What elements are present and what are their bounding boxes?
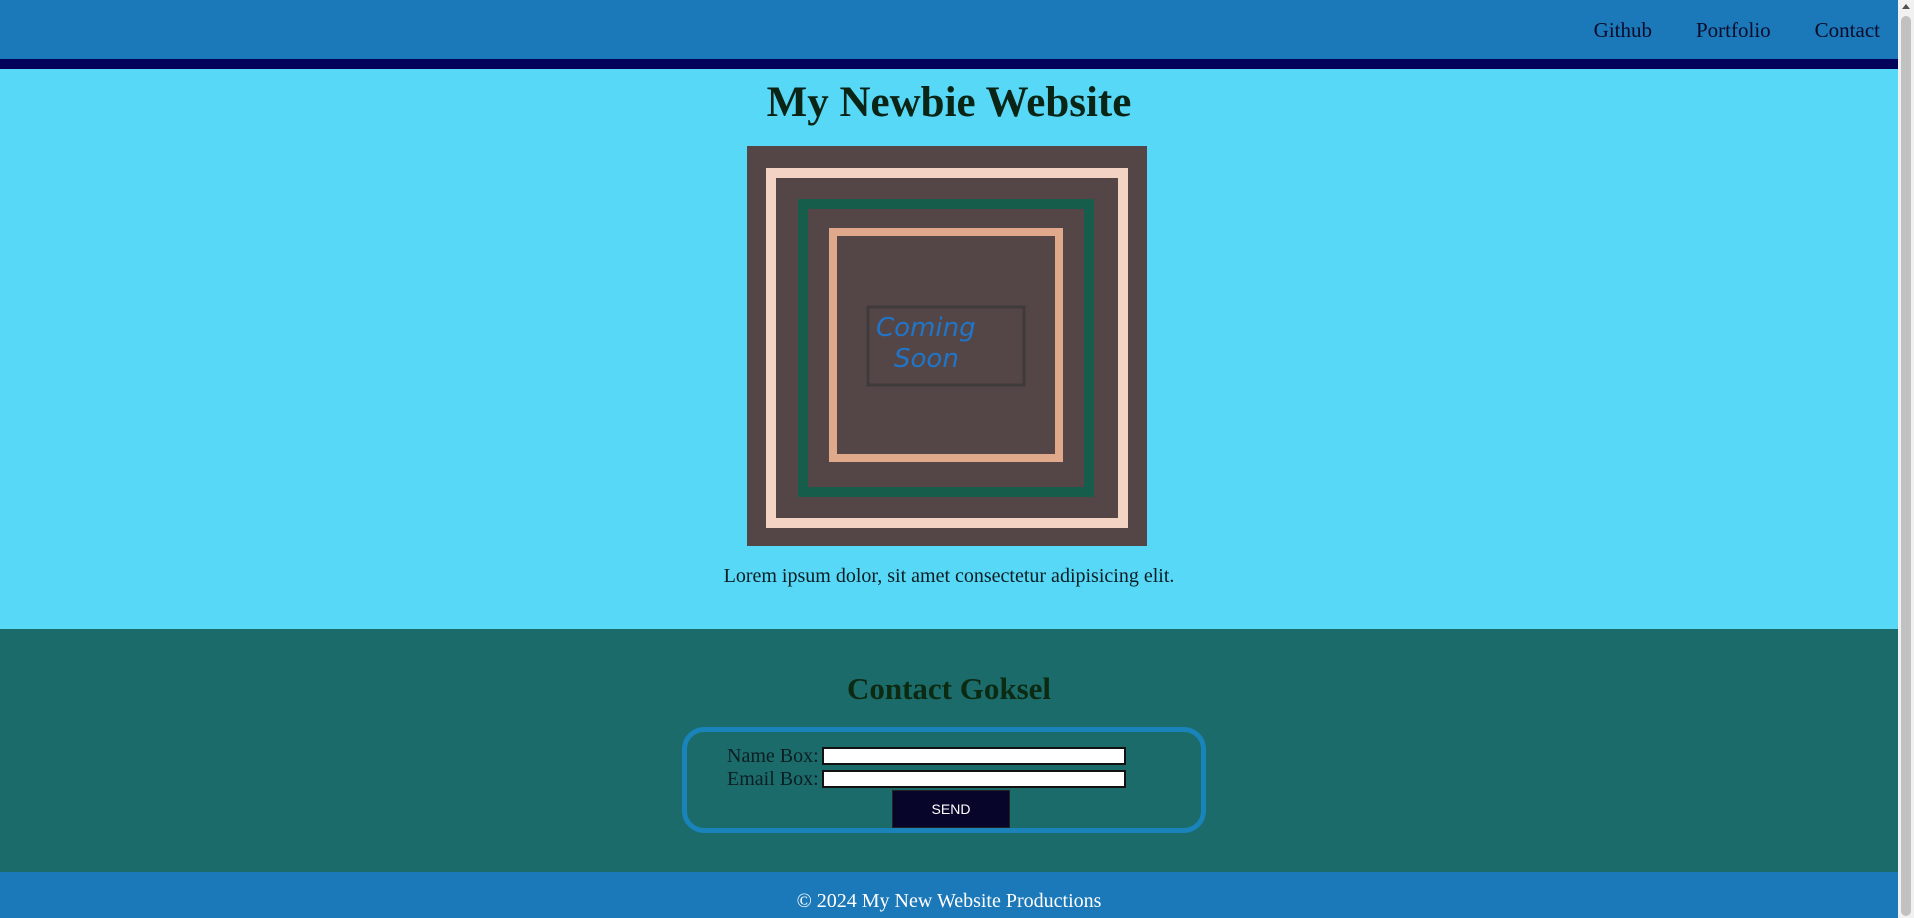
footer: © 2024 My New Website Productions — [0, 872, 1898, 918]
send-button[interactable]: SEND — [892, 790, 1010, 828]
nav-links: Github Portfolio Contact — [1594, 18, 1880, 43]
coming-soon-image: Coming Soon — [747, 146, 1147, 546]
image-text-soon: Soon — [894, 344, 959, 374]
email-row: Email Box: — [727, 768, 1126, 790]
hero-paragraph: Lorem ipsum dolor, sit amet consectetur … — [723, 565, 1175, 587]
contact-title: Contact Goksel — [846, 671, 1052, 706]
nav-divider-stripe — [0, 59, 1898, 69]
image-text-coming: Coming — [876, 313, 976, 343]
footer-copyright: © 2024 My New Website Productions — [796, 890, 1102, 912]
contact-section: Contact Goksel Name Box: Email Box: SEND — [0, 629, 1898, 872]
nav-link-contact[interactable]: Contact — [1815, 18, 1880, 43]
nav-link-portfolio[interactable]: Portfolio — [1696, 18, 1771, 43]
contact-form: Name Box: Email Box: SEND — [682, 727, 1206, 833]
vertical-scrollbar[interactable] — [1898, 0, 1914, 918]
name-label: Name Box: — [727, 745, 819, 767]
email-input[interactable] — [822, 770, 1126, 788]
name-row: Name Box: — [727, 745, 1126, 767]
page-title: My Newbie Website — [766, 79, 1132, 126]
email-label: Email Box: — [727, 768, 819, 790]
scroll-up-arrow-icon[interactable] — [1902, 4, 1910, 9]
hero-section: My Newbie Website Coming Soon Lorem ipsu… — [0, 69, 1898, 629]
page: Github Portfolio Contact My Newbie Websi… — [0, 0, 1898, 918]
name-input[interactable] — [822, 747, 1126, 765]
top-nav-bar: Github Portfolio Contact — [0, 0, 1898, 59]
nav-link-github[interactable]: Github — [1594, 18, 1652, 43]
scrollbar-thumb[interactable] — [1901, 16, 1911, 916]
